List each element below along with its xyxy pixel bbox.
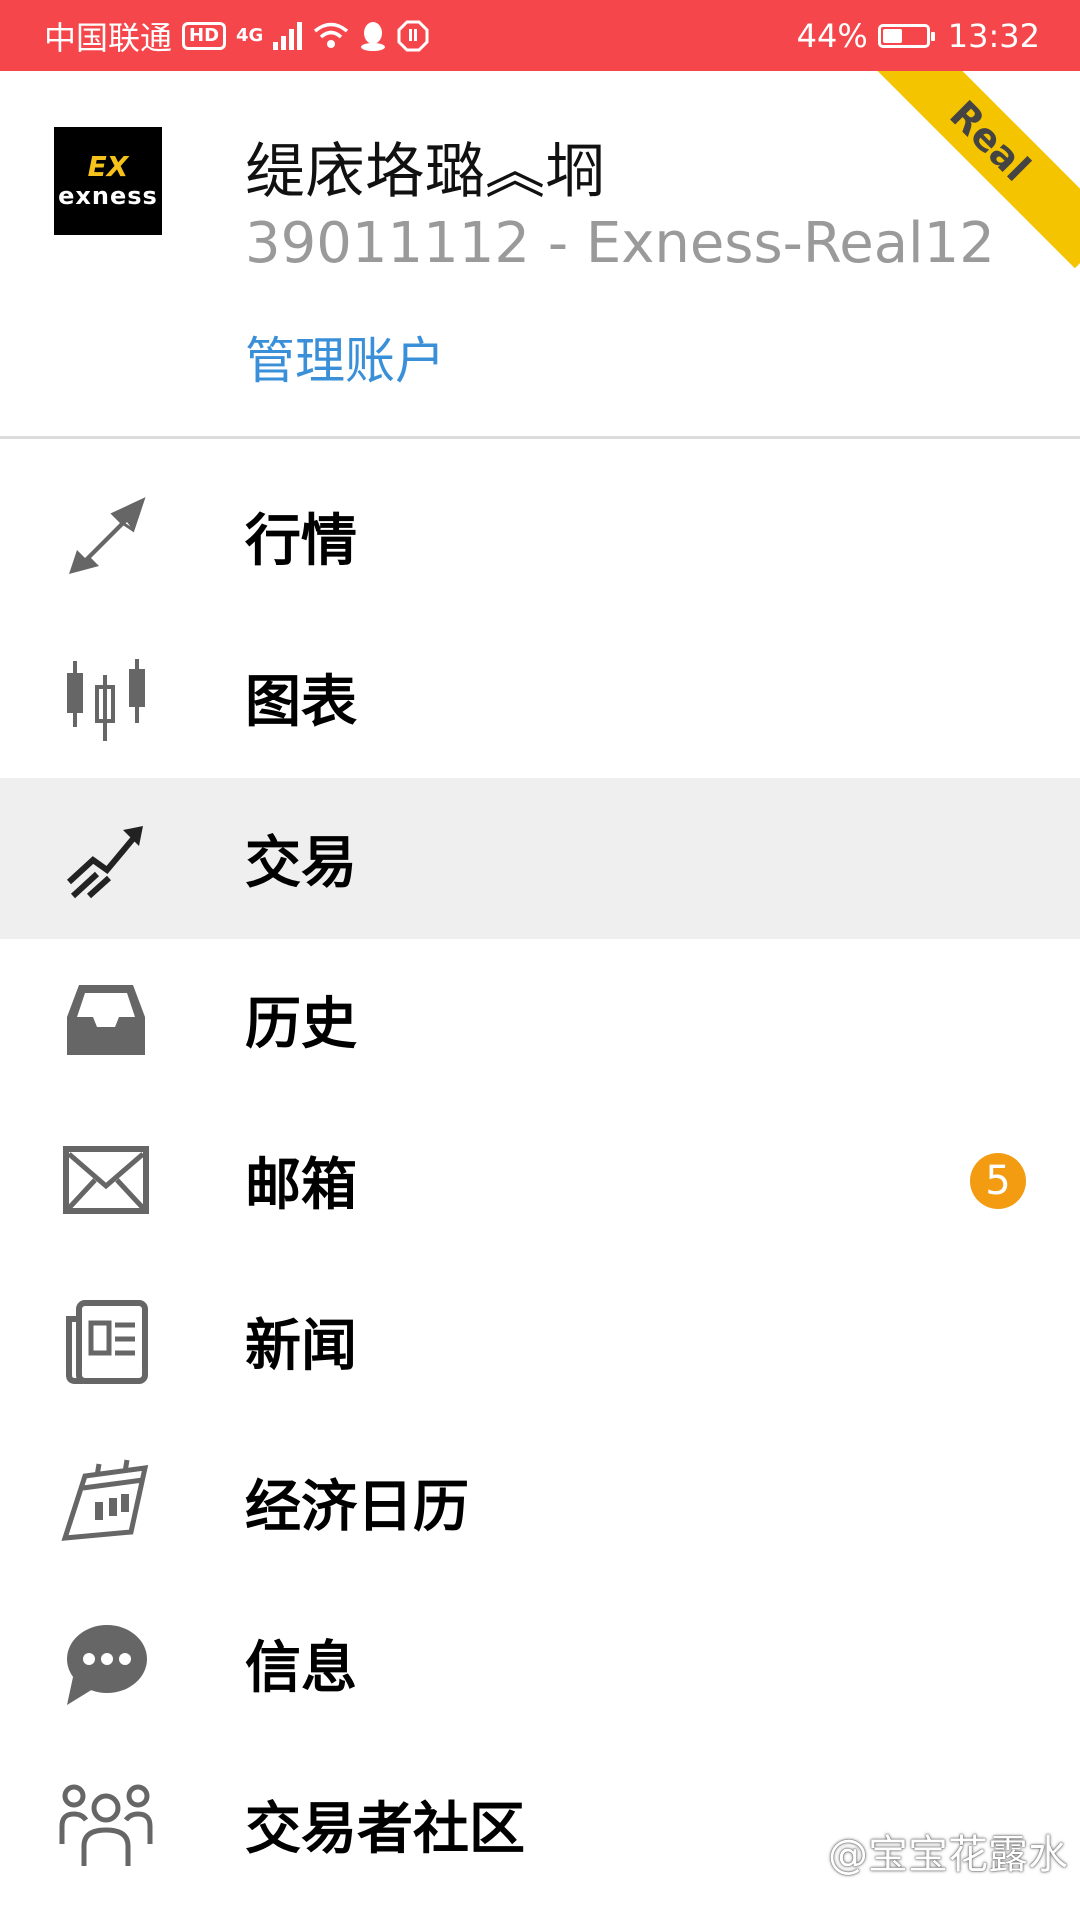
menu-item-messages[interactable]: 信息 [0, 1583, 1080, 1744]
menu-label: 信息 [245, 1636, 357, 1701]
ribbon-label: Real [941, 92, 1039, 190]
nav-menu: 行情 图表 交易 历史 邮箱 5 新闻 经济日历 信息 交易者社区 [0, 456, 1080, 1905]
hd-badge: HD [182, 21, 227, 50]
menu-item-charts[interactable]: 图表 [0, 617, 1080, 778]
menu-label: 新闻 [245, 1314, 357, 1379]
clock: 13:32 [947, 16, 1040, 55]
menu-item-news[interactable]: 新闻 [0, 1261, 1080, 1422]
trend-up-icon [58, 811, 154, 907]
menu-label: 行情 [245, 509, 357, 574]
wifi-icon [313, 22, 349, 50]
logo-mark: EX [87, 150, 129, 183]
header-divider [0, 436, 1080, 439]
candlestick-icon [58, 650, 154, 746]
envelope-icon [58, 1133, 154, 1229]
menu-item-mailbox[interactable]: 邮箱 5 [0, 1100, 1080, 1261]
menu-label: 交易者社区 [245, 1797, 525, 1862]
menu-item-quotes[interactable]: 行情 [0, 456, 1080, 617]
status-bar: 中国联通 HD 4G 44% 13:32 [0, 0, 1080, 71]
arrows-expand-icon [58, 489, 154, 585]
battery-percent: 44% [796, 16, 868, 55]
signal-icon [273, 21, 303, 50]
battery-icon [877, 23, 935, 48]
menu-item-history[interactable]: 历史 [0, 939, 1080, 1100]
menu-label: 历史 [245, 992, 357, 1057]
menu-label: 邮箱 [245, 1153, 357, 1218]
account-name: 缇庡垎璐︽埛 [245, 137, 605, 207]
status-left: 中国联通 HD 4G [44, 13, 429, 59]
logo-text: exness [58, 182, 158, 210]
unread-badge: 5 [970, 1152, 1026, 1209]
hand-stop-icon [397, 20, 429, 52]
menu-item-economic-calendar[interactable]: 经济日历 [0, 1422, 1080, 1583]
qq-icon [359, 20, 387, 52]
inbox-icon [58, 972, 154, 1068]
exness-logo: EX exness [54, 127, 162, 235]
menu-item-trade[interactable]: 交易 [0, 778, 1080, 939]
menu-label: 交易 [245, 831, 357, 896]
menu-label: 图表 [245, 670, 357, 735]
status-right: 44% 13:32 [797, 17, 1040, 55]
battery-level-fill [882, 28, 902, 43]
account-header: EX exness 缇庡垎璐︽埛 39011112 - Exness-Real1… [0, 71, 1080, 440]
account-number: 39011112 - Exness-Real12 [245, 211, 995, 276]
calendar-icon [58, 1455, 154, 1551]
community-icon [58, 1777, 154, 1873]
network-label: 4G [236, 25, 264, 46]
menu-label: 经济日历 [245, 1475, 469, 1540]
newspaper-icon [58, 1294, 154, 1390]
chat-icon [58, 1616, 154, 1712]
manage-account-link[interactable]: 管理账户 [245, 321, 445, 393]
watermark: @宝宝花露水 [828, 1832, 1068, 1878]
carrier-label: 中国联通 [44, 18, 173, 57]
